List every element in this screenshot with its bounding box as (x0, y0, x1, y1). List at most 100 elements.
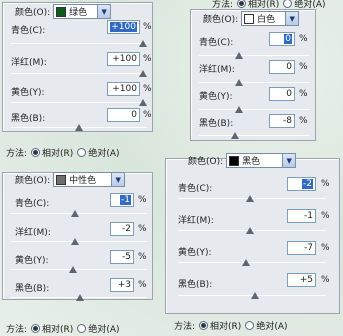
magenta-input[interactable]: -1 (287, 209, 316, 223)
panel-black: 颜色(O): 黑色 ▼ 青色(C): -2 % 洋红(M): -1 % 黄色(Y… (165, 153, 340, 314)
cyan-value: -1 (120, 195, 131, 205)
relative-radio[interactable] (199, 321, 209, 330)
percent-sign: % (138, 195, 147, 205)
black-value: -8 (283, 116, 292, 126)
yellow-slider-track[interactable] (178, 262, 326, 263)
method-row-bottom-right: 方法: 相对(R) 绝对(A) (174, 319, 288, 332)
black-slider-thumb[interactable] (75, 124, 83, 131)
magenta-label: 洋红(M): (15, 228, 51, 238)
black-slider-thumb[interactable] (76, 294, 84, 301)
yellow-slider-thumb[interactable] (235, 106, 243, 113)
cyan-slider-thumb[interactable] (139, 40, 147, 47)
black-input[interactable]: +3 (110, 278, 134, 292)
relative-label: 相对(R) (42, 325, 74, 335)
percent-sign: % (138, 280, 147, 290)
chevron-down-icon[interactable]: ▼ (97, 5, 111, 18)
color-row: 颜色(O): 白色 ▼ (203, 11, 300, 26)
black-slider-track[interactable] (199, 135, 309, 136)
percent-sign: % (138, 224, 147, 234)
chevron-down-icon[interactable]: ▼ (111, 173, 125, 186)
black-input[interactable]: -8 (269, 114, 295, 128)
cyan-input[interactable]: -2 (287, 177, 316, 191)
color-name: 黑色 (242, 157, 261, 167)
color-select[interactable]: 绿色 ▼ (53, 4, 112, 19)
magenta-slider-track[interactable] (199, 82, 309, 83)
black-input[interactable]: +5 (287, 273, 316, 287)
yellow-value: -5 (122, 252, 131, 262)
magenta-slider-thumb[interactable] (235, 79, 243, 86)
cyan-slider-track[interactable] (199, 55, 309, 56)
percent-sign: % (143, 54, 152, 64)
magenta-slider-track[interactable] (11, 241, 147, 242)
magenta-input[interactable]: 0 (269, 60, 295, 74)
cyan-label: 青色(C): (15, 199, 50, 209)
percent-sign: % (321, 211, 330, 221)
black-value: 0 (131, 110, 137, 120)
percent-sign: % (143, 84, 152, 94)
cyan-input[interactable]: -1 (110, 193, 134, 207)
absolute-radio-top[interactable] (283, 0, 293, 8)
yellow-input[interactable]: 0 (269, 87, 295, 101)
method-label: 方法: (6, 325, 28, 335)
percent-sign: % (143, 110, 152, 120)
panel-neutral: 颜色(O): 中性色 ▼ 青色(C): -1 % 洋红(M): -2 % 黄色(… (2, 172, 153, 301)
absolute-radio[interactable] (77, 148, 87, 157)
chevron-down-icon[interactable]: ▼ (282, 154, 296, 167)
magenta-slider-thumb[interactable] (246, 227, 254, 234)
cyan-slider-thumb[interactable] (235, 52, 243, 59)
yellow-slider-track[interactable] (199, 109, 309, 110)
cyan-input[interactable]: 0 (269, 32, 295, 46)
color-row: 颜色(O): 黑色 ▼ (188, 153, 297, 168)
black-label: 黑色(B): (15, 284, 50, 294)
black-label: 黑色(B): (11, 114, 46, 124)
color-row: 颜色(O): 中性色 ▼ (15, 172, 126, 187)
color-name: 白色 (257, 15, 276, 25)
absolute-radio[interactable] (77, 324, 87, 333)
magenta-slider-thumb[interactable] (71, 238, 79, 245)
color-label: 颜色(O): (15, 176, 51, 186)
cyan-label: 青色(C): (199, 38, 234, 48)
color-label: 颜色(O): (188, 157, 224, 167)
color-name: 中性色 (69, 176, 97, 186)
relative-radio[interactable] (31, 148, 41, 157)
cyan-slider-thumb[interactable] (246, 195, 254, 202)
magenta-label: 洋红(M): (199, 65, 235, 75)
cyan-input[interactable]: +100 (107, 20, 140, 34)
magenta-label: 洋红(M): (178, 216, 214, 226)
yellow-slider-thumb[interactable] (69, 266, 77, 273)
yellow-slider-track[interactable] (11, 269, 147, 270)
method-row-left: 方法: 相对(R) 绝对(A) (6, 146, 120, 159)
yellow-input[interactable]: +100 (107, 82, 140, 96)
magenta-input[interactable]: +100 (107, 52, 140, 66)
color-select[interactable]: 中性色 ▼ (53, 172, 126, 187)
yellow-input[interactable]: -5 (110, 250, 134, 264)
cyan-slider-thumb[interactable] (71, 210, 79, 217)
color-swatch (56, 6, 67, 17)
color-select[interactable]: 白色 ▼ (241, 11, 300, 26)
absolute-radio[interactable] (245, 321, 255, 330)
black-slider-thumb[interactable] (251, 292, 259, 299)
color-label: 颜色(O): (15, 8, 51, 18)
yellow-slider-thumb[interactable] (139, 99, 147, 106)
chevron-down-icon[interactable]: ▼ (285, 12, 299, 25)
cyan-label: 青色(C): (178, 184, 213, 194)
percent-sign: % (321, 179, 330, 189)
yellow-value: +100 (112, 84, 137, 94)
magenta-slider-track[interactable] (11, 73, 147, 74)
yellow-input[interactable]: -7 (287, 241, 316, 255)
color-select[interactable]: 黑色 ▼ (226, 153, 297, 168)
absolute-label: 绝对(A) (256, 322, 288, 332)
yellow-value: -7 (304, 243, 313, 253)
magenta-slider-thumb[interactable] (139, 70, 147, 77)
cyan-slider-track[interactable] (11, 43, 147, 44)
cyan-slider-track[interactable] (11, 213, 147, 214)
black-input[interactable]: 0 (107, 108, 140, 122)
relative-radio[interactable] (31, 324, 41, 333)
magenta-input[interactable]: -2 (110, 222, 134, 236)
relative-radio-top[interactable] (237, 0, 247, 8)
black-slider-thumb[interactable] (231, 132, 239, 139)
black-value: +5 (299, 275, 313, 285)
yellow-slider-track[interactable] (11, 102, 147, 103)
yellow-slider-thumb[interactable] (242, 259, 250, 266)
percent-sign: % (299, 62, 308, 72)
